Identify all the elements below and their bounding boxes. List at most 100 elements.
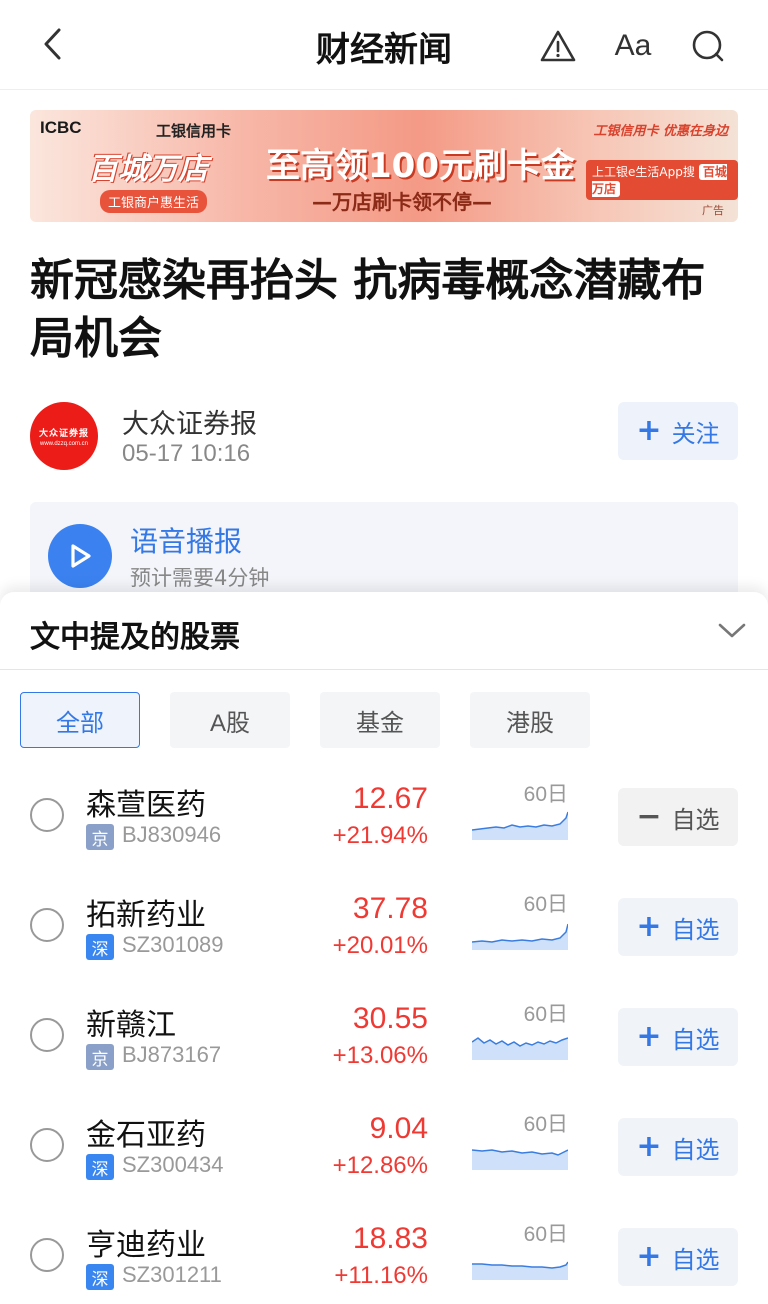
plus-icon: + <box>636 1019 662 1054</box>
tab-hk-shares[interactable]: 港股 <box>470 692 590 748</box>
minus-icon: − <box>636 799 662 834</box>
stock-change: +12.86% <box>332 1152 428 1179</box>
font-size-button[interactable]: Aa <box>608 26 658 66</box>
stock-code: SZ300434 <box>122 1152 224 1177</box>
market-badge: 京 <box>86 1044 114 1070</box>
market-badge: 深 <box>86 934 114 960</box>
select-radio[interactable] <box>30 908 64 942</box>
select-radio[interactable] <box>30 1128 64 1162</box>
sparkline-chart <box>472 1149 568 1170</box>
play-icon[interactable] <box>48 524 112 588</box>
top-nav-bar: 财经新闻 Aa <box>0 0 768 90</box>
select-radio[interactable] <box>30 798 64 832</box>
tab-all[interactable]: 全部 <box>20 692 140 748</box>
follow-button[interactable]: + 关注 <box>618 402 738 460</box>
add-watchlist-button[interactable]: + 自选 <box>618 1008 738 1066</box>
stock-code: SZ301211 <box>122 1262 222 1287</box>
tab-a-shares[interactable]: A股 <box>170 692 290 748</box>
warning-triangle-icon[interactable] <box>538 26 578 66</box>
mentioned-stocks-sheet: 文中提及的股票 全部 A股 基金 港股 森萱医药 京 BJ830946 12.6… <box>0 592 768 1304</box>
sparkline-60d[interactable]: 60日 <box>472 778 568 854</box>
ad-label: 广告 <box>702 204 724 217</box>
plus-icon: + <box>636 909 662 944</box>
stock-price: 30.55 <box>352 1002 428 1035</box>
stock-row[interactable]: 亨迪药业 深 SZ301211 18.83 +11.16% 60日 + 自选 <box>0 1210 768 1304</box>
ad-slogan: —万店刷卡领不停— <box>312 190 492 214</box>
market-tabs: 全部 A股 基金 港股 <box>20 692 590 750</box>
sheet-header[interactable]: 文中提及的股票 <box>0 592 768 670</box>
watchlist-label: 自选 <box>671 1025 720 1054</box>
sparkline-60d[interactable]: 60日 <box>472 888 568 964</box>
sparkline-60d[interactable]: 60日 <box>472 1108 568 1184</box>
sparkline-chart <box>472 811 568 840</box>
ad-banner[interactable]: ICBC 工银信用卡 百城万店 工银商户惠生活 至高领100元刷卡金 —万店刷卡… <box>30 110 738 222</box>
add-watchlist-button[interactable]: + 自选 <box>618 1228 738 1286</box>
audio-title: 语音播报 <box>130 525 243 558</box>
stock-row[interactable]: 森萱医药 京 BJ830946 12.67 +21.94% 60日 − 自选 <box>0 770 768 880</box>
market-badge: 深 <box>86 1154 114 1180</box>
stock-list: 森萱医药 京 BJ830946 12.67 +21.94% 60日 − 自选 拓… <box>0 770 768 1304</box>
sparkline-chart <box>472 923 568 950</box>
stock-row[interactable]: 拓新药业 深 SZ301089 37.78 +20.01% 60日 + 自选 <box>0 880 768 990</box>
plus-icon: + <box>636 1129 662 1164</box>
ad-pill-text: 上工银e生活App搜 <box>592 165 695 179</box>
select-radio[interactable] <box>30 1238 64 1272</box>
sparkline-60d[interactable]: 60日 <box>472 998 568 1074</box>
avatar-text: 大众证券报 <box>38 428 89 439</box>
select-radio[interactable] <box>30 1018 64 1052</box>
stock-code: BJ830946 <box>122 822 222 847</box>
chevron-down-icon[interactable] <box>716 614 748 646</box>
stock-code: SZ301089 <box>122 932 224 957</box>
stock-name: 金石亚药 <box>86 1118 206 1153</box>
stock-name: 拓新药业 <box>86 898 206 933</box>
ad-search-pill: 上工银e生活App搜 百城万店 <box>586 160 738 200</box>
sparkline-chart <box>472 1037 568 1060</box>
audio-broadcast[interactable]: 语音播报 预计需要4分钟 <box>30 502 738 602</box>
stock-code: BJ873167 <box>122 1042 222 1067</box>
plus-icon: + <box>636 1239 662 1274</box>
stock-change: +13.06% <box>332 1042 428 1069</box>
sparkline-60d[interactable]: 60日 <box>472 1218 568 1294</box>
stock-price: 9.04 <box>369 1112 428 1145</box>
stock-price: 18.83 <box>352 1222 428 1255</box>
follow-label: 关注 <box>671 419 720 448</box>
ad-logo-sub: 工银商户惠生活 <box>100 190 208 213</box>
stock-row[interactable]: 新赣江 京 BJ873167 30.55 +13.06% 60日 + 自选 <box>0 990 768 1100</box>
sheet-title: 文中提及的股票 <box>30 620 240 655</box>
watchlist-label: 自选 <box>671 915 720 944</box>
stock-change: +21.94% <box>332 822 428 849</box>
sparkline-label: 60日 <box>523 1113 568 1136</box>
author-avatar[interactable]: 大众证券报 www.dzzq.com.cn <box>30 402 98 470</box>
search-icon[interactable] <box>688 26 728 66</box>
avatar-url: www.dzzq.com.cn <box>39 440 88 447</box>
stock-price: 12.67 <box>352 782 428 815</box>
sparkline-label: 60日 <box>523 893 568 916</box>
sparkline-label: 60日 <box>523 783 568 806</box>
sparkline-chart <box>472 1261 568 1280</box>
remove-watchlist-button[interactable]: − 自选 <box>618 788 738 846</box>
ad-brand-sub: 工银信用卡 <box>156 122 232 140</box>
stock-name: 亨迪药业 <box>86 1228 206 1263</box>
article-title: 新冠感染再抬头 抗病毒概念潜藏布局机会 <box>30 255 706 364</box>
sparkline-label: 60日 <box>523 1223 568 1246</box>
watchlist-label: 自选 <box>671 1135 720 1164</box>
watchlist-label: 自选 <box>671 1245 720 1274</box>
add-watchlist-button[interactable]: + 自选 <box>618 1118 738 1176</box>
add-watchlist-button[interactable]: + 自选 <box>618 898 738 956</box>
audio-duration: 预计需要4分钟 <box>130 566 270 590</box>
market-badge: 深 <box>86 1264 114 1290</box>
market-badge: 京 <box>86 824 114 850</box>
stock-change: +11.16% <box>334 1262 428 1289</box>
sparkline-label: 60日 <box>523 1003 568 1026</box>
tab-funds[interactable]: 基金 <box>320 692 440 748</box>
stock-row[interactable]: 金石亚药 深 SZ300434 9.04 +12.86% 60日 + 自选 <box>0 1100 768 1210</box>
author-name[interactable]: 大众证券报 <box>122 402 257 441</box>
stock-change: +20.01% <box>332 932 428 959</box>
plus-icon: + <box>636 413 662 448</box>
watchlist-label: 自选 <box>671 805 720 834</box>
ad-headline: 至高领100元刷卡金 <box>266 146 575 186</box>
ad-corner-text: 工银信用卡 优惠在身边 <box>593 124 728 139</box>
stock-price: 37.78 <box>352 892 428 925</box>
publish-time: 05-17 10:16 <box>122 440 251 467</box>
stock-name: 新赣江 <box>86 1008 176 1043</box>
